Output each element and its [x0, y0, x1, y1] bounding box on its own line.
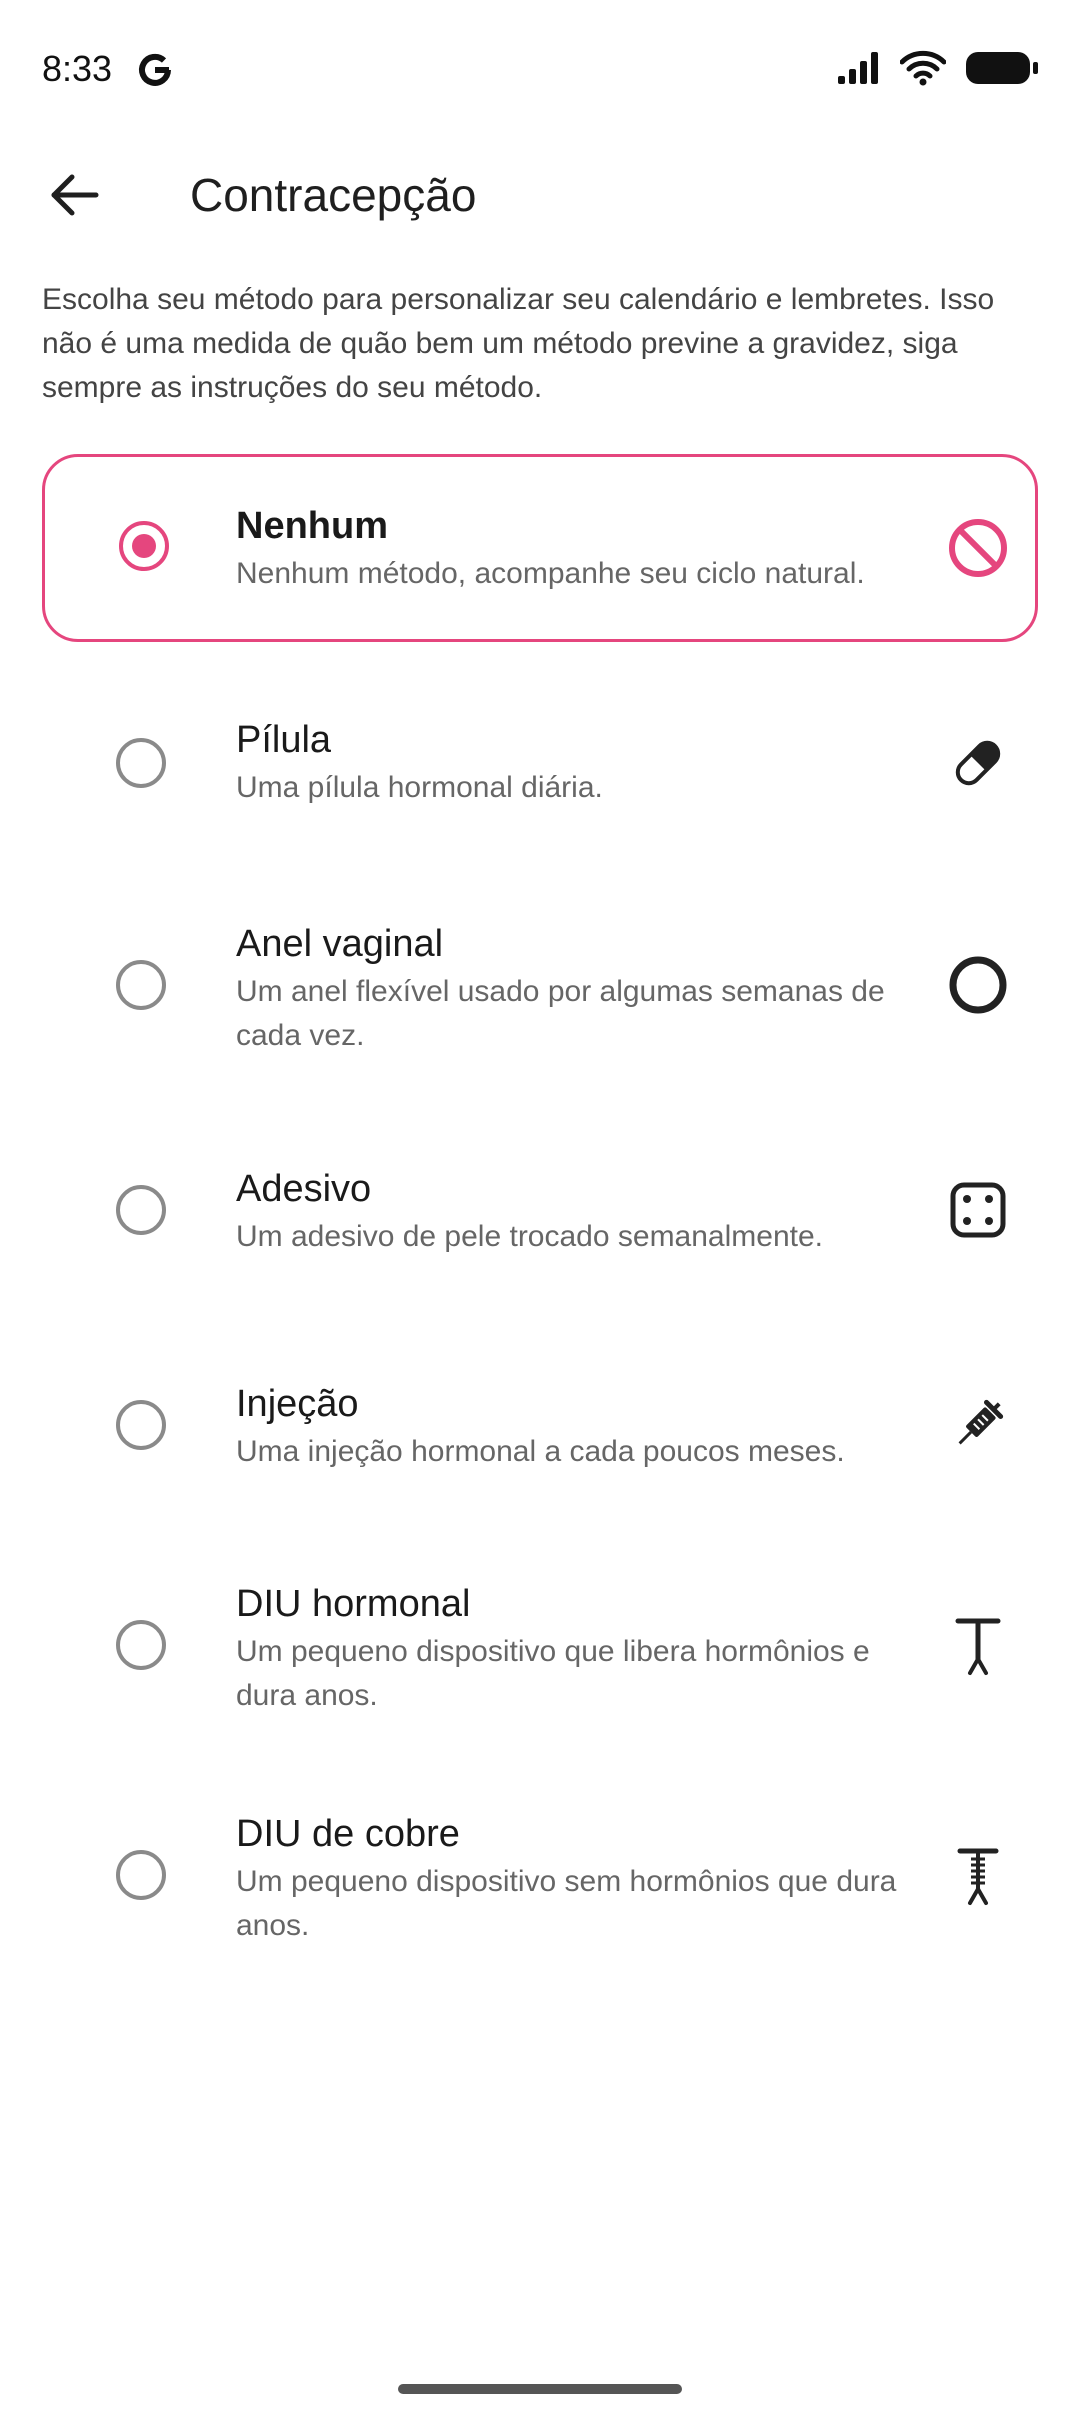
- radio-pill[interactable]: [116, 738, 166, 788]
- wifi-icon: [899, 50, 947, 91]
- option-description: Um pequeno dispositivo sem hormônios que…: [236, 1865, 897, 1942]
- radio-copper-iud[interactable]: [116, 1850, 166, 1900]
- option-description: Uma pílula hormonal diária.: [236, 771, 603, 804]
- option-hormonal-iud[interactable]: DIU hormonal Um pequeno dispositivo que …: [42, 1570, 1038, 1720]
- radio-injection[interactable]: [116, 1400, 166, 1450]
- patch-icon: [946, 1178, 1010, 1242]
- radio-patch[interactable]: [116, 1185, 166, 1235]
- ring-icon: [946, 953, 1010, 1017]
- option-pill[interactable]: Pílula Uma pílula hormonal diária.: [42, 700, 1038, 830]
- hormonal-iud-icon: [946, 1613, 1010, 1677]
- status-time: 8:33: [42, 48, 113, 89]
- option-name: Injeção: [236, 1383, 359, 1425]
- option-vaginal-ring[interactable]: Anel vaginal Um anel flexível usado por …: [42, 910, 1038, 1060]
- radio-hormonal-iud[interactable]: [116, 1620, 166, 1670]
- home-indicator[interactable]: [398, 2384, 682, 2394]
- arrow-back-icon: [50, 173, 100, 222]
- option-name: Anel vaginal: [236, 923, 444, 965]
- option-name: Pílula: [236, 719, 332, 761]
- option-name: DIU de cobre: [236, 1813, 460, 1855]
- radio-selected-dot: [132, 534, 156, 558]
- signal-icon: [836, 50, 882, 91]
- option-description: Nenhum método, acompanhe seu ciclo natur…: [236, 557, 865, 590]
- back-button[interactable]: [40, 167, 110, 227]
- option-description: Uma injeção hormonal a cada poucos meses…: [236, 1435, 845, 1468]
- option-name: Adesivo: [236, 1168, 372, 1210]
- no-entry-icon: [946, 516, 1010, 580]
- status-icons: [836, 50, 1040, 90]
- battery-icon: [964, 49, 1040, 92]
- option-copper-iud[interactable]: DIU de cobre Um pequeno dispositivo sem …: [42, 1800, 1038, 1950]
- google-icon: [135, 50, 175, 90]
- page-title: Contracepção: [190, 169, 477, 221]
- option-none[interactable]: Nenhum Nenhum método, acompanhe seu cicl…: [42, 454, 1038, 642]
- option-injection[interactable]: Injeção Uma injeção hormonal a cada pouc…: [42, 1365, 1038, 1485]
- status-bar: 8:33: [0, 0, 1080, 140]
- syringe-icon: [946, 1393, 1010, 1457]
- app-bar: Contracepção: [0, 140, 1080, 250]
- description-text: Escolha seu método para personalizar seu…: [42, 283, 995, 404]
- option-name: DIU hormonal: [236, 1583, 471, 1625]
- option-description: Um adesivo de pele trocado semanalmente.: [236, 1220, 823, 1253]
- radio-vaginal-ring[interactable]: [116, 960, 166, 1010]
- copper-iud-icon: [946, 1843, 1010, 1907]
- pill-icon: [946, 731, 1010, 795]
- radio-none[interactable]: [119, 521, 169, 571]
- option-description: Um anel flexível usado por algumas seman…: [236, 975, 885, 1052]
- option-patch[interactable]: Adesivo Um adesivo de pele trocado seman…: [42, 1150, 1038, 1270]
- option-description: Um pequeno dispositivo que libera hormôn…: [236, 1635, 870, 1712]
- option-name: Nenhum: [236, 505, 388, 547]
